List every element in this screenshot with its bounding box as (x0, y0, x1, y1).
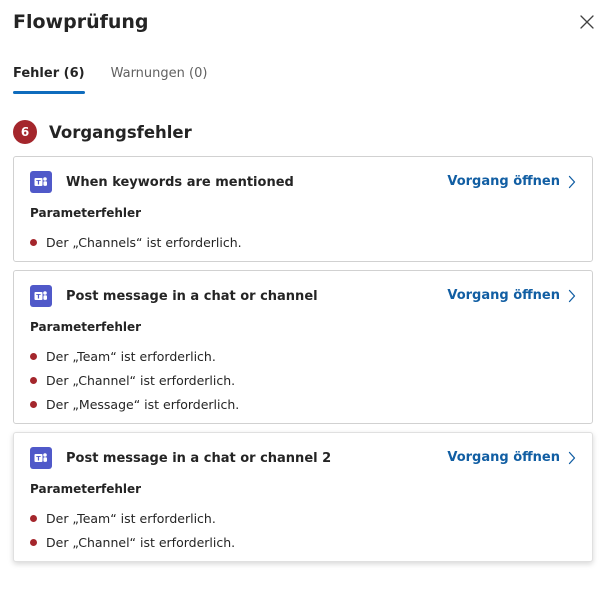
error-message: Der „Message“ ist erforderlich. (46, 396, 240, 412)
card-header: T When keywords are mentioned Vorgang öf… (30, 171, 576, 193)
microsoft-teams-icon: T (30, 285, 52, 307)
card-header: T Post message in a chat or channel Vorg… (30, 285, 576, 307)
tab-list: Fehler (6) Warnungen (0) (13, 64, 207, 94)
svg-text:T: T (36, 455, 41, 463)
action-name: When keywords are mentioned (66, 174, 294, 190)
tab-errors[interactable]: Fehler (6) (13, 64, 85, 94)
open-action-link[interactable]: Vorgang öffnen (447, 447, 576, 469)
error-dot (30, 352, 37, 360)
error-dot (30, 376, 37, 384)
section-heading: 6 Vorgangsfehler (13, 120, 192, 144)
open-action-label: Vorgang öffnen (447, 450, 560, 465)
error-dot (30, 538, 37, 546)
action-error-card: T Post message in a chat or channel Vorg… (13, 270, 593, 424)
panel-header: Flowprüfung (13, 10, 599, 40)
error-message: Der „Team“ ist erforderlich. (46, 510, 216, 526)
action-name: Post message in a chat or channel (66, 288, 318, 304)
microsoft-teams-icon: T (30, 447, 52, 469)
error-item: Der „Channels“ ist erforderlich. (30, 230, 242, 254)
error-message: Der „Channel“ ist erforderlich. (46, 372, 236, 388)
error-item: Der „Channel“ ist erforderlich. (30, 530, 235, 554)
card-header: T Post message in a chat or channel 2 Vo… (30, 447, 576, 469)
open-action-label: Vorgang öffnen (447, 174, 560, 189)
error-item: Der „Team“ ist erforderlich. (30, 506, 235, 530)
error-message: Der „Channels“ ist erforderlich. (46, 234, 242, 250)
error-message: Der „Team“ ist erforderlich. (46, 348, 216, 364)
error-count-badge: 6 (13, 120, 37, 144)
error-type-label: Parameterfehler (30, 482, 142, 496)
open-action-link[interactable]: Vorgang öffnen (447, 285, 576, 307)
tab-warnings[interactable]: Warnungen (0) (111, 64, 208, 94)
svg-text:T: T (36, 179, 41, 187)
microsoft-teams-icon: T (30, 171, 52, 193)
error-type-label: Parameterfehler (30, 206, 142, 220)
error-item: Der „Message“ ist erforderlich. (30, 392, 239, 416)
svg-text:T: T (36, 293, 41, 301)
chevron-right-icon (568, 451, 576, 465)
error-list: Der „Team“ ist erforderlich. Der „Channe… (30, 344, 239, 416)
action-name: Post message in a chat or channel 2 (66, 450, 332, 466)
flow-checker-panel: Flowprüfung Fehler (6) Warnungen (0) 6 V… (0, 0, 613, 597)
chevron-right-icon (568, 175, 576, 189)
error-dot (30, 400, 37, 408)
open-action-link[interactable]: Vorgang öffnen (447, 171, 576, 193)
error-type-label: Parameterfehler (30, 320, 142, 334)
error-dot (30, 238, 37, 246)
error-message: Der „Channel“ ist erforderlich. (46, 534, 236, 550)
close-button[interactable] (575, 10, 599, 34)
error-item: Der „Team“ ist erforderlich. (30, 344, 239, 368)
open-action-label: Vorgang öffnen (447, 288, 560, 303)
panel-title: Flowprüfung (13, 11, 149, 33)
error-list: Der „Team“ ist erforderlich. Der „Channe… (30, 506, 235, 554)
chevron-right-icon (568, 289, 576, 303)
action-error-card: T Post message in a chat or channel 2 Vo… (13, 432, 593, 562)
action-error-card: T When keywords are mentioned Vorgang öf… (13, 156, 593, 262)
close-icon (580, 15, 594, 29)
section-title: Vorgangsfehler (49, 122, 192, 142)
error-list: Der „Channels“ ist erforderlich. (30, 230, 242, 254)
error-item: Der „Channel“ ist erforderlich. (30, 368, 239, 392)
error-dot (30, 514, 37, 522)
